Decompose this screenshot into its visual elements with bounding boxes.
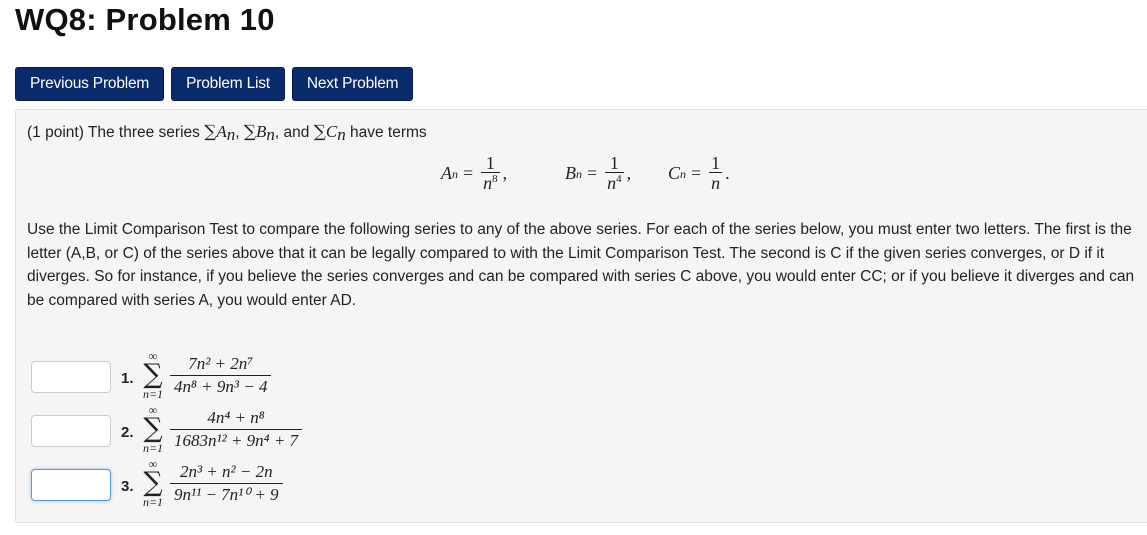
series-index: n [337,125,346,144]
answer-input-3[interactable] [31,469,111,501]
term-c-fraction: 1 n [709,153,723,193]
instructions-text: Use the Limit Comparison Test to compare… [27,221,1135,309]
series-name-b: B [256,122,267,141]
series-expression-2: 4n⁴ + n⁸ 1683n¹² + 9n⁴ + 7 [170,407,303,452]
problem-navigation: Previous Problem Problem List Next Probl… [15,67,414,101]
term-a: An = 1 n8 , [441,153,508,193]
series-name-c: C [325,122,338,141]
answer-input-2[interactable] [31,415,111,447]
intro-post-text: have terms [350,124,427,141]
answer-number: 1. [121,370,134,387]
answer-number: 3. [121,478,134,495]
term-a-fraction: 1 n8 [481,153,500,193]
summation-symbol: ∞ ∑ n=1 [142,349,164,401]
intro-text: The three series [87,124,200,141]
series-index: n [226,125,236,144]
series-index: n [266,125,275,144]
problem-body: (1 point) The three series ∑An, ∑Bn, and… [15,109,1147,523]
sigma-symbol: ∑ [313,122,326,142]
series-name-a: A [216,122,227,141]
term-b-fraction: 1 n4 [605,153,624,193]
answer-number: 2. [121,424,134,441]
summation-symbol: ∞ ∑ n=1 [142,403,164,455]
problem-intro: (1 point) The three series ∑An, ∑Bn, and… [27,122,427,144]
intro-and-text: and [283,124,310,141]
page-title: WQ8: Problem 10 [15,2,275,37]
term-b: Bn = 1 n4 , [565,153,632,193]
previous-problem-button[interactable]: Previous Problem [15,67,165,101]
sigma-symbol: ∑ [204,122,217,142]
problem-list-button[interactable]: Problem List [171,67,285,101]
points-label: (1 point) [27,124,84,141]
next-problem-button[interactable]: Next Problem [291,67,414,101]
answer-input-1[interactable] [31,361,111,393]
series-expression-3: 2n³ + n² − 2n 9n¹¹ − 7n¹⁰ + 9 [170,461,283,506]
summation-symbol: ∞ ∑ n=1 [142,457,164,509]
series-expression-1: 7n² + 2n⁷ 4n⁸ + 9n³ − 4 [170,353,272,398]
sigma-symbol: ∑ [243,122,257,142]
term-c: Cn = 1 n . [668,153,730,193]
